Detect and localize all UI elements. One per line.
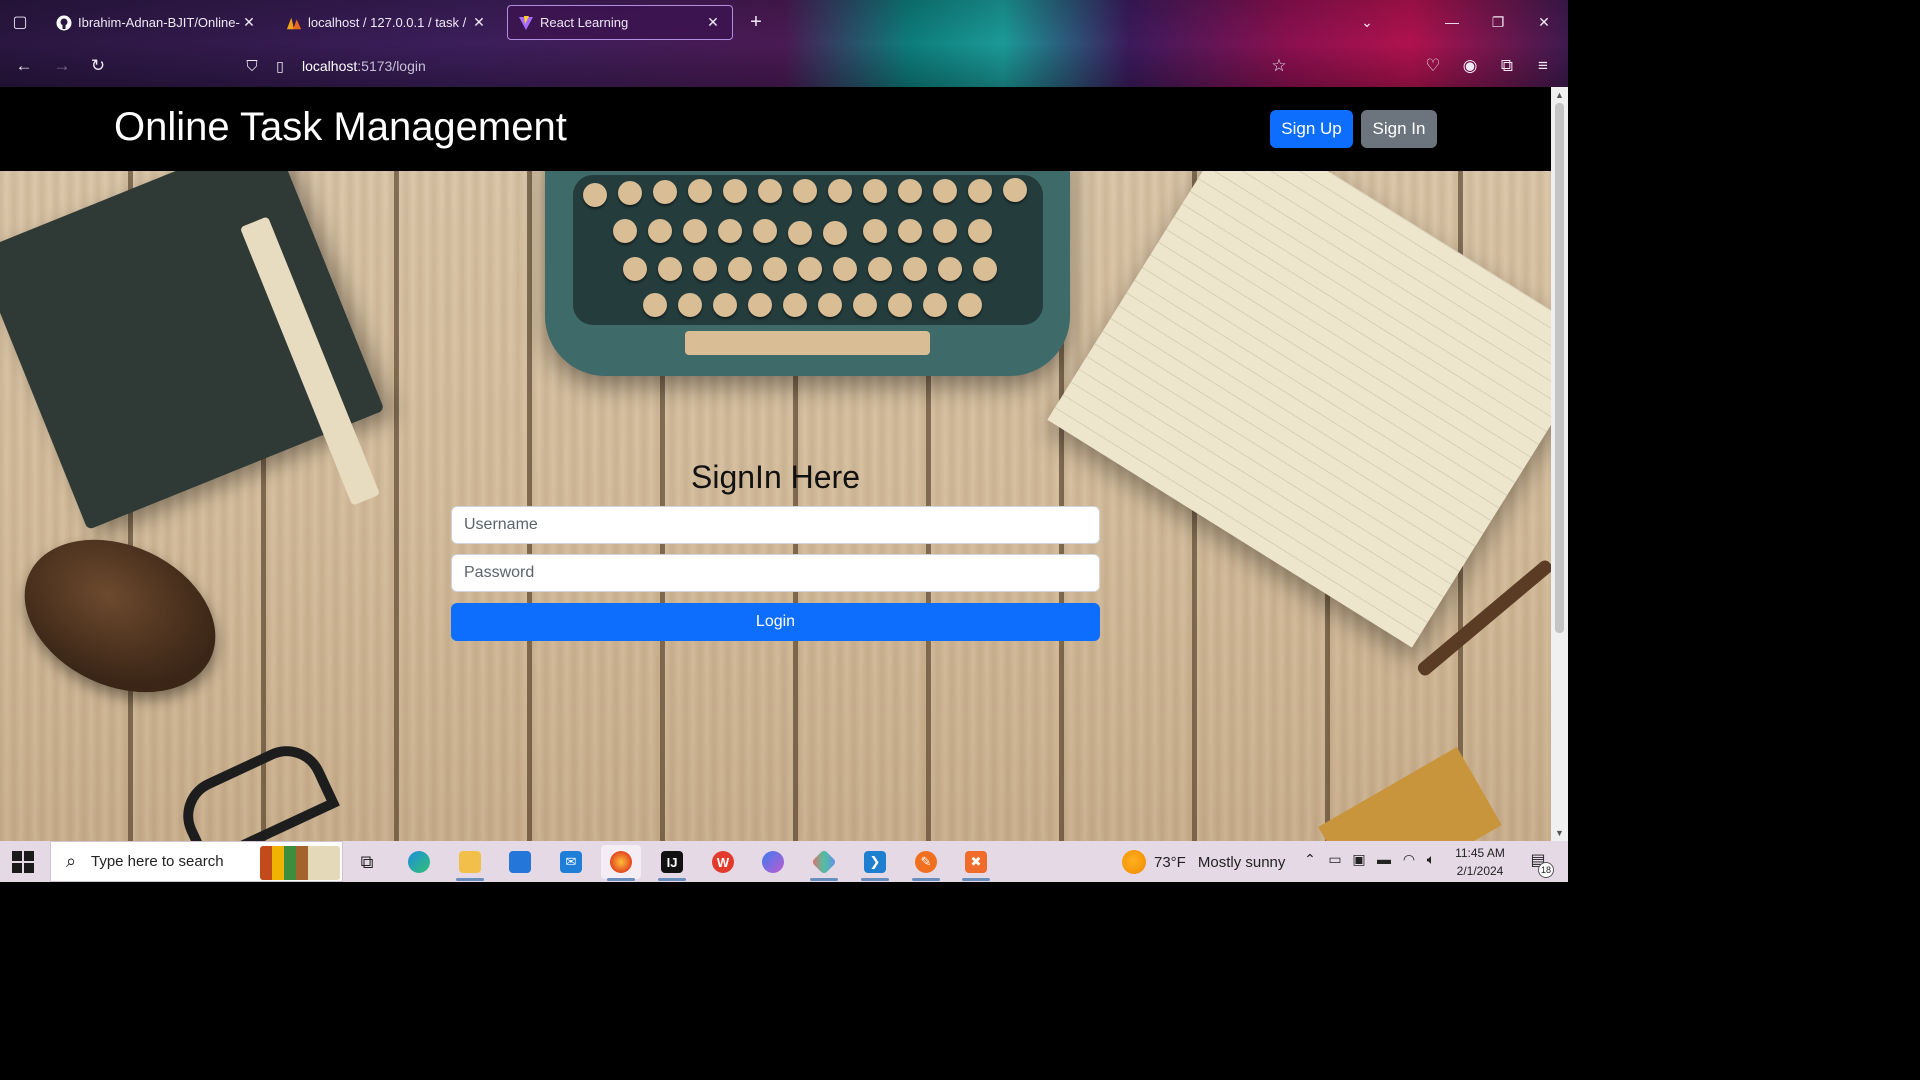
- search-highlight-icon: [260, 846, 340, 880]
- phpmyadmin-icon: [286, 15, 302, 31]
- search-icon: ⌕: [65, 851, 77, 871]
- git-kraken-icon[interactable]: [804, 845, 844, 881]
- close-tab-icon[interactable]: ✕: [470, 14, 488, 31]
- wps-icon[interactable]: W: [703, 845, 743, 879]
- notification-count-badge: 18: [1538, 862, 1554, 878]
- tab-strip: ▢ Ibrahim-Adnan-BJIT/Online-Bo ✕ localho…: [0, 0, 1568, 45]
- book-image: [0, 171, 385, 531]
- close-window-icon[interactable]: ✕: [1532, 10, 1556, 34]
- github-icon: [56, 15, 72, 31]
- scroll-down-icon[interactable]: ▼: [1551, 825, 1568, 841]
- tab-phpmyadmin[interactable]: localhost / 127.0.0.1 / task / use ✕: [276, 5, 498, 40]
- tab-title: Ibrahim-Adnan-BJIT/Online-Bo: [78, 15, 240, 30]
- login-form: SignIn Here Login: [451, 455, 1100, 641]
- weather-temperature: 73°F: [1154, 853, 1186, 871]
- scroll-up-icon[interactable]: ▲: [1551, 87, 1568, 103]
- glasses-image: [170, 733, 340, 841]
- new-tab-icon[interactable]: +: [744, 10, 768, 34]
- store-icon[interactable]: [500, 845, 540, 879]
- mail-icon[interactable]: ✉: [551, 845, 591, 879]
- page-info-icon[interactable]: ▯: [268, 58, 292, 75]
- forward-icon[interactable]: →: [50, 54, 74, 78]
- tab-react-learning[interactable]: React Learning ✕: [507, 5, 733, 40]
- pinecone-image: [0, 510, 241, 722]
- back-icon[interactable]: ←: [12, 54, 36, 78]
- vite-icon: [518, 15, 534, 31]
- reload-icon[interactable]: ↻: [86, 54, 110, 78]
- tab-github[interactable]: Ibrahim-Adnan-BJIT/Online-Bo ✕: [46, 5, 268, 40]
- taskbar-search-placeholder: Type here to search: [91, 853, 224, 870]
- close-tab-icon[interactable]: ✕: [240, 14, 258, 31]
- password-input[interactable]: [451, 554, 1100, 592]
- volume-icon[interactable]: 🔈︎: [1421, 851, 1441, 868]
- firefox-icon[interactable]: [601, 845, 641, 881]
- extensions-icon[interactable]: ⧉: [1495, 54, 1519, 78]
- typewriter-image: [545, 171, 1070, 376]
- box-image: [1318, 747, 1502, 841]
- battery-icon[interactable]: ▬: [1374, 851, 1394, 867]
- sign-in-button[interactable]: Sign In: [1361, 110, 1437, 148]
- brand-title[interactable]: Online Task Management: [114, 103, 567, 151]
- sign-up-button[interactable]: Sign Up: [1270, 110, 1353, 148]
- site-header: Online Task Management Sign Up Sign In: [0, 87, 1551, 171]
- restore-icon[interactable]: ❐: [1486, 10, 1510, 34]
- wifi-icon[interactable]: ◠: [1399, 851, 1419, 868]
- address-bar[interactable]: ⛉ ▯ localhost:5173/login: [238, 51, 1302, 81]
- meet-now-icon[interactable]: ▭: [1325, 851, 1345, 868]
- task-view-icon[interactable]: ⧉: [347, 845, 387, 879]
- close-tab-icon[interactable]: ✕: [704, 14, 722, 31]
- display-icon[interactable]: ▣: [1349, 851, 1369, 868]
- list-all-tabs-icon[interactable]: ⌄: [1355, 10, 1379, 34]
- notebook-image: [1047, 171, 1551, 648]
- bookmark-star-icon[interactable]: ☆: [1267, 54, 1291, 78]
- account-icon[interactable]: ◉: [1458, 54, 1482, 78]
- firefox-view-icon[interactable]: ▢: [8, 10, 32, 34]
- browser-chrome: ▢ Ibrahim-Adnan-BJIT/Online-Bo ✕ localho…: [0, 0, 1568, 87]
- navigation-toolbar: ← → ↻ ⛉ ▯ localhost:5173/login ☆ ♡ ◉ ⧉ ≡: [0, 45, 1568, 87]
- minimize-icon[interactable]: —: [1440, 10, 1464, 34]
- file-explorer-icon[interactable]: [450, 845, 490, 881]
- intellij-icon[interactable]: IJ: [652, 845, 692, 881]
- sublime-icon[interactable]: ✎: [906, 845, 946, 881]
- menu-icon[interactable]: ≡: [1531, 54, 1555, 78]
- weather-condition: Mostly sunny: [1197, 853, 1286, 871]
- login-title: SignIn Here: [691, 459, 860, 495]
- username-input[interactable]: [451, 506, 1100, 544]
- typewriter-spacebar: [685, 331, 930, 355]
- weather-sun-icon: [1122, 850, 1146, 874]
- taskbar-search-box[interactable]: ⌕ Type here to search: [50, 841, 343, 882]
- windows-taskbar: ⌕ Type here to search ⧉ ✉ IJ W ❯ ✎ ✖ 73°…: [0, 841, 1568, 882]
- notification-center-icon[interactable]: ▤ 18: [1524, 850, 1554, 878]
- clock-time: 11:45 AM: [1455, 846, 1505, 860]
- weather-widget[interactable]: 73°F Mostly sunny: [1122, 849, 1285, 875]
- url-host: localhost: [302, 58, 358, 74]
- tab-title: localhost / 127.0.0.1 / task / use: [308, 15, 470, 30]
- url-path: :5173/login: [357, 58, 426, 74]
- page-scrollbar[interactable]: ▲ ▼: [1551, 87, 1568, 841]
- taskbar-clock[interactable]: 11:45 AM 2/1/2024: [1444, 844, 1516, 880]
- show-hidden-icons-icon[interactable]: ⌃: [1300, 851, 1320, 868]
- pocket-icon[interactable]: ♡: [1421, 54, 1445, 78]
- url-text[interactable]: localhost:5173/login: [302, 58, 426, 74]
- clock-date: 2/1/2024: [1456, 864, 1504, 878]
- scrollbar-thumb[interactable]: [1555, 103, 1564, 633]
- vscode-icon[interactable]: ❯: [855, 845, 895, 881]
- tracking-protection-shield-icon[interactable]: ⛉: [240, 58, 264, 75]
- tab-title: React Learning: [540, 15, 629, 30]
- copilot-icon[interactable]: [753, 845, 793, 879]
- login-button[interactable]: Login: [451, 603, 1100, 641]
- xampp-icon[interactable]: ✖: [956, 845, 996, 881]
- edge-icon[interactable]: [399, 845, 439, 879]
- windows-start-icon[interactable]: [12, 851, 34, 873]
- typewriter-keys: [573, 175, 1043, 325]
